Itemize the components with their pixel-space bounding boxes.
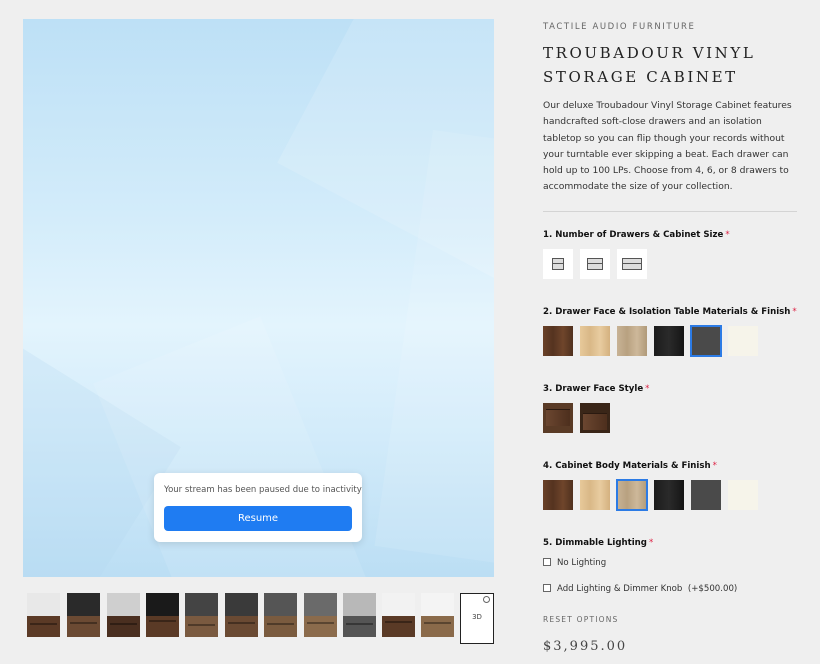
drawer-count-option-8[interactable] xyxy=(617,249,647,279)
drawer-face-swatch-oak[interactable] xyxy=(617,326,647,356)
thumbnail[interactable] xyxy=(225,593,258,637)
product-3d-viewer[interactable]: Your stream has been paused due to inact… xyxy=(23,19,494,577)
cabinet-body-swatch-oak[interactable] xyxy=(616,479,648,511)
cabinet-4-drawer-icon xyxy=(552,258,564,270)
drawer-face-swatch-grey[interactable] xyxy=(690,325,722,357)
option-heading-drawer-face-style: 3. Drawer Face Style * xyxy=(543,384,650,394)
thumbnail[interactable] xyxy=(185,593,218,637)
option-heading-lighting: 5. Dimmable Lighting * xyxy=(543,538,654,548)
drawer-face-style-option-1[interactable] xyxy=(543,403,573,433)
lighting-option-none[interactable]: No Lighting xyxy=(543,557,606,568)
drawer-count-option-6[interactable] xyxy=(580,249,610,279)
product-title: TROUBADOUR VINYL STORAGE CABINET xyxy=(543,44,756,86)
product-description: Our deluxe Troubadour Vinyl Storage Cabi… xyxy=(543,100,792,193)
cabinet-body-swatch-black[interactable] xyxy=(654,480,684,510)
thumbnail[interactable] xyxy=(343,593,376,637)
lighting-option-add-dimmer[interactable]: Add Lighting & Dimmer Knob (+$500.00) xyxy=(543,583,737,594)
drawer-count-option-4[interactable] xyxy=(543,249,573,279)
cabinet-8-drawer-icon xyxy=(622,258,642,270)
drawer-face-swatch-black[interactable] xyxy=(654,326,684,356)
product-price: $3,995.00 xyxy=(543,639,628,654)
cabinet-body-swatch-maple[interactable] xyxy=(580,480,610,510)
cabinet-body-swatch-grey[interactable] xyxy=(691,480,721,510)
rotate-icon xyxy=(483,596,490,603)
option-heading-drawers: 1. Number of Drawers & Cabinet Size * xyxy=(543,230,730,240)
thumbnail[interactable] xyxy=(421,593,454,637)
thumbnail[interactable] xyxy=(382,593,415,637)
thumbnail-strip: 3D xyxy=(27,593,497,645)
thumbnail[interactable] xyxy=(27,593,60,637)
thumbnail[interactable] xyxy=(107,593,140,637)
thumbnail-3d-view[interactable]: 3D xyxy=(460,593,494,644)
checkbox[interactable] xyxy=(543,583,551,592)
drawer-face-swatch-walnut[interactable] xyxy=(543,326,573,356)
cabinet-6-drawer-icon xyxy=(587,258,603,270)
stream-paused-dialog: Your stream has been paused due to inact… xyxy=(154,473,362,542)
thumbnail[interactable] xyxy=(146,593,179,637)
resume-button[interactable]: Resume xyxy=(164,506,352,531)
cabinet-body-swatch-white[interactable] xyxy=(728,480,758,510)
divider xyxy=(543,211,797,212)
brand-name: TACTILE AUDIO FURNITURE xyxy=(543,22,696,32)
drawer-face-style-option-2[interactable] xyxy=(580,403,610,433)
option-heading-drawer-face-material: 2. Drawer Face & Isolation Table Materia… xyxy=(543,307,797,317)
thumbnail[interactable] xyxy=(67,593,100,637)
thumbnail[interactable] xyxy=(304,593,337,637)
checkbox[interactable] xyxy=(543,557,551,566)
cabinet-body-swatch-walnut[interactable] xyxy=(543,480,573,510)
thumbnail[interactable] xyxy=(264,593,297,637)
stream-paused-message: Your stream has been paused due to inact… xyxy=(164,485,362,495)
option-heading-cabinet-body-material: 4. Cabinet Body Materials & Finish * xyxy=(543,461,717,471)
reset-options-link[interactable]: RESET OPTIONS xyxy=(543,615,619,624)
drawer-face-swatch-white[interactable] xyxy=(728,326,758,356)
thumbnail-3d-label: 3D xyxy=(472,613,482,621)
drawer-face-swatch-maple[interactable] xyxy=(580,326,610,356)
